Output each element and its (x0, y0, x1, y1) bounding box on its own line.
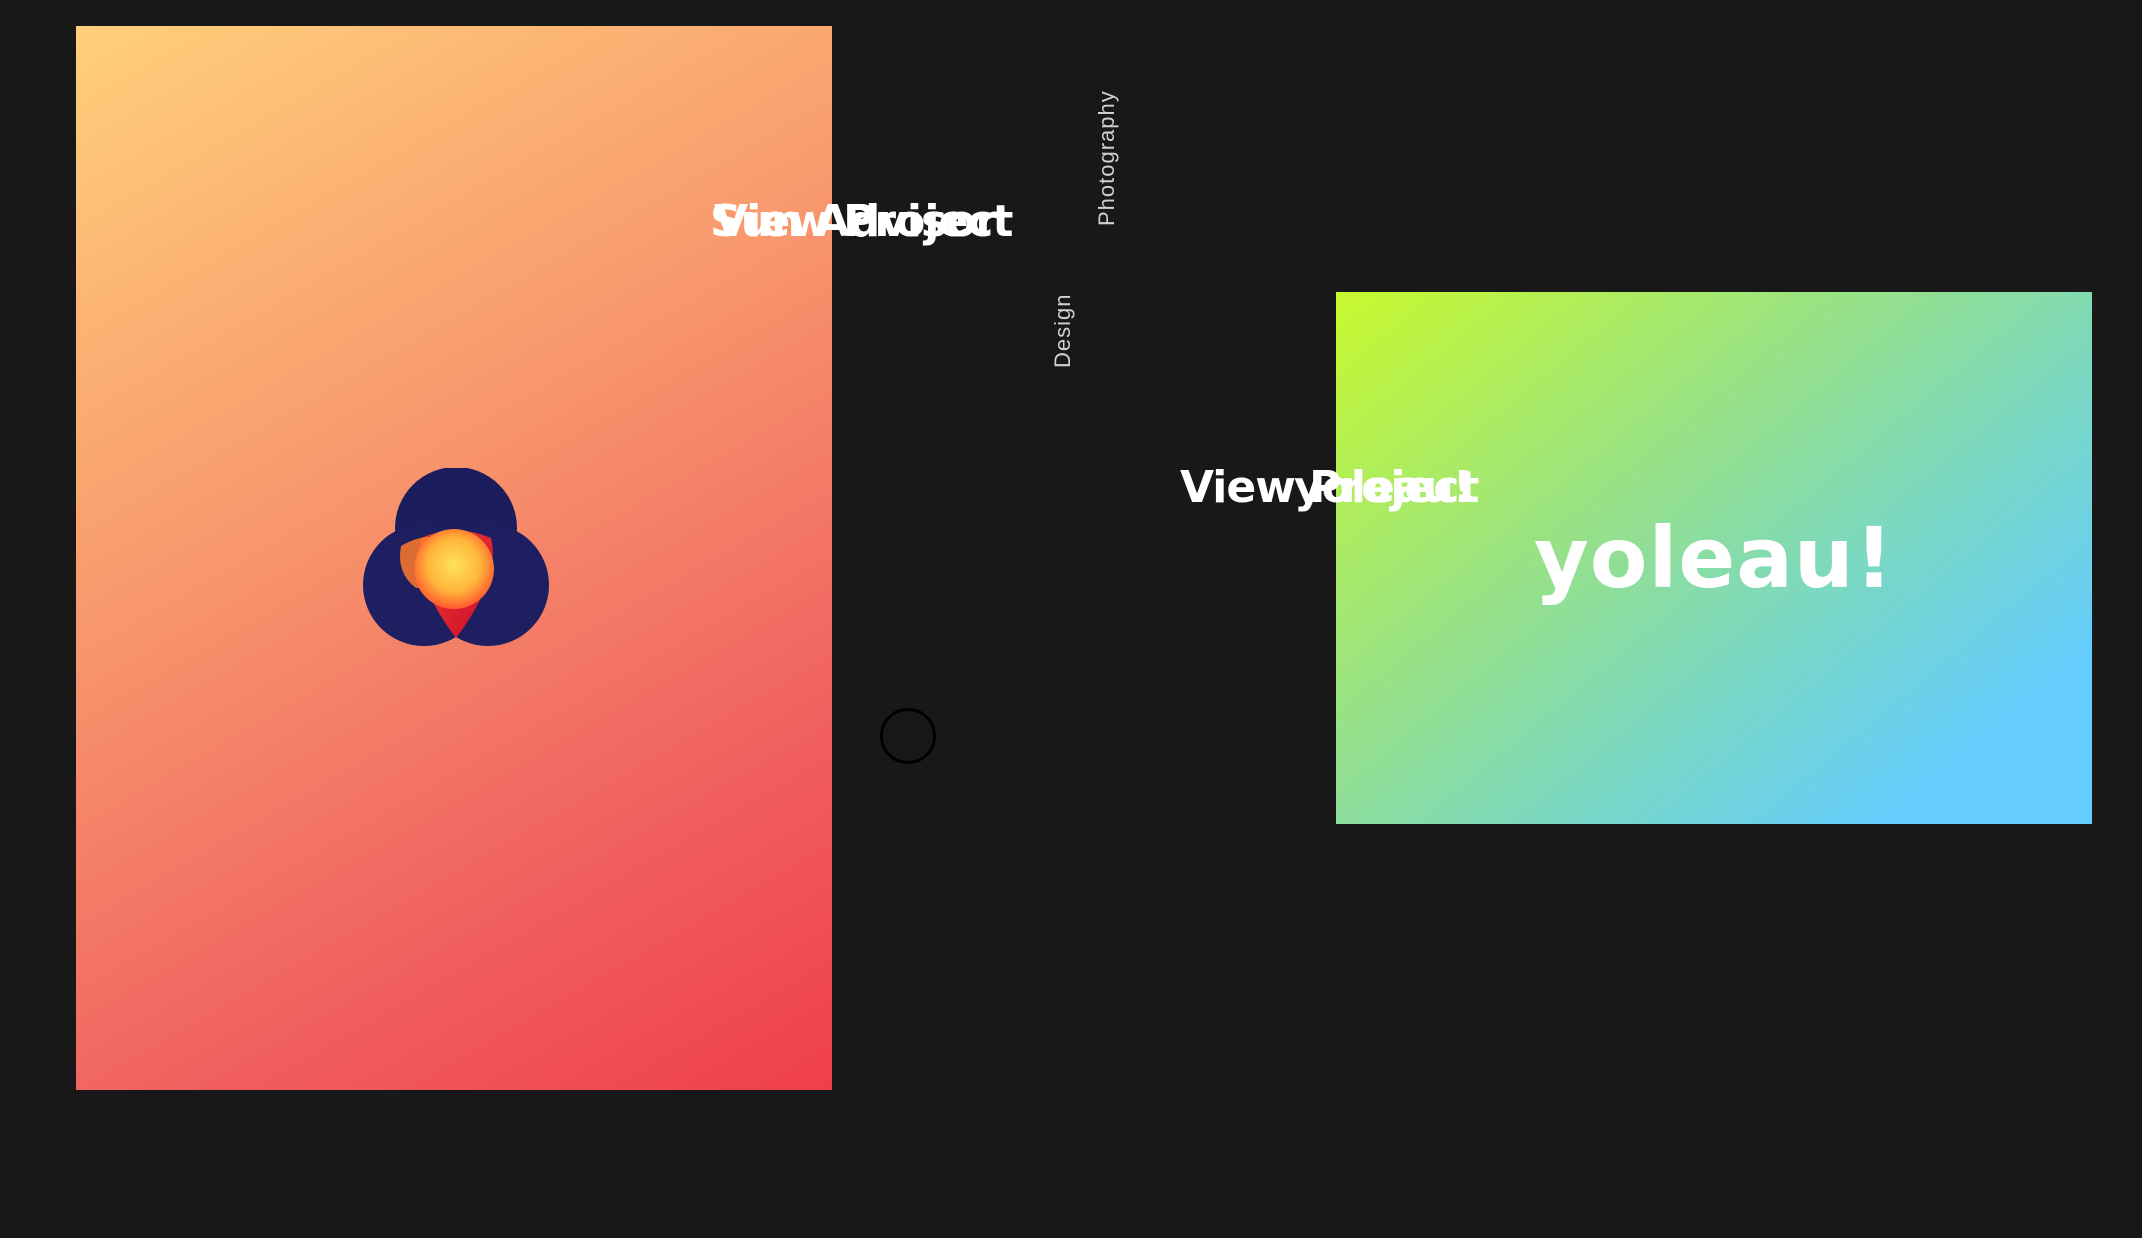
project-card-right[interactable]: yoleau! (1336, 292, 2092, 824)
category-design[interactable]: Design (1050, 294, 1076, 368)
view-project-label-left[interactable]: View Project (714, 196, 1013, 247)
view-project-label-right-secondary[interactable]: yoleau! (1294, 462, 1473, 513)
project-card-left[interactable] (76, 26, 832, 1090)
overlapping-circles-logo-icon (361, 468, 551, 658)
cursor-ring-icon (880, 708, 936, 764)
yoleau-brand-wordmark: yoleau! (1533, 509, 1895, 607)
category-photography[interactable]: Photography (1094, 90, 1120, 226)
portfolio-stage: Sun Advisor View Project Photography Des… (0, 0, 2142, 1238)
